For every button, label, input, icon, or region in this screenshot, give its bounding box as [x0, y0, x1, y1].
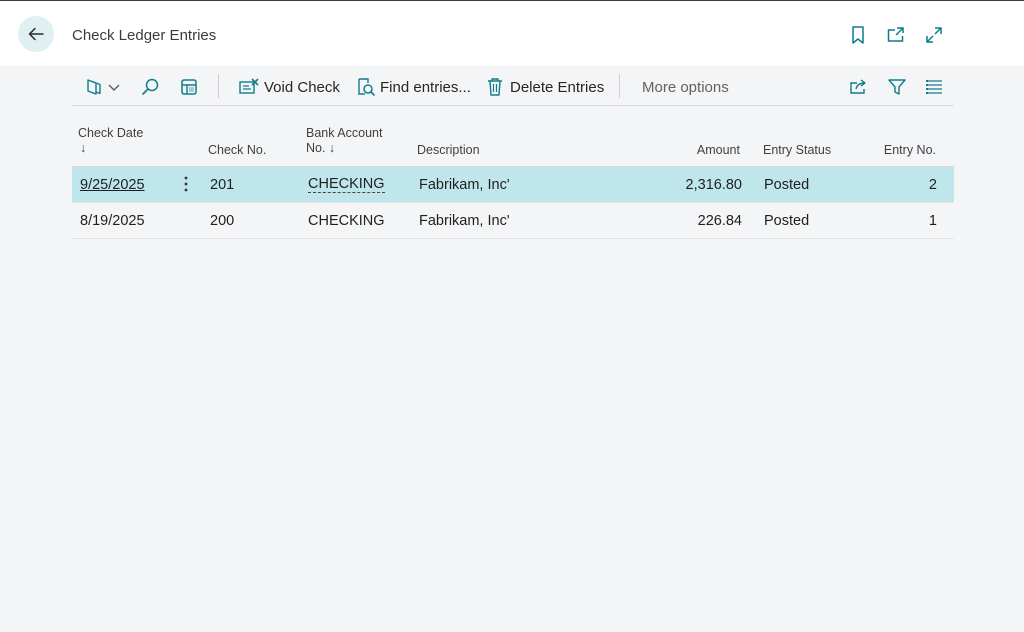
table-header: Check Date ↓ Check No. Bank Account No. …: [72, 118, 954, 167]
expand-button[interactable]: [924, 25, 944, 45]
more-options-label: More options: [642, 78, 729, 96]
dynamics-menu-button[interactable]: [84, 70, 121, 104]
void-check-button[interactable]: Void Check: [238, 70, 340, 104]
layout-icon: [181, 79, 197, 95]
column-header-label: Bank Account: [306, 126, 383, 140]
void-check-label: Void Check: [264, 78, 340, 96]
filter-button[interactable]: [887, 70, 907, 104]
search-button[interactable]: [140, 70, 160, 104]
back-button[interactable]: [18, 16, 54, 52]
toolbar-divider: [619, 74, 620, 98]
table-row[interactable]: 9/25/2025 201 CHECKING Fabrikam, Inc' 2,…: [72, 167, 954, 203]
table-row[interactable]: 8/19/2025 200 CHECKING Fabrikam, Inc' 22…: [72, 203, 954, 239]
layout-button[interactable]: [179, 70, 199, 104]
open-in-new-window-icon: [887, 27, 904, 42]
find-entries-button[interactable]: Find entries...: [356, 70, 471, 104]
action-bar: Void Check Find entries... Delete Entrie…: [72, 70, 954, 106]
dynamics-logo-icon: [87, 79, 101, 95]
amount-cell: 2,316.80: [685, 177, 742, 193]
expand-icon: [926, 27, 942, 43]
more-vertical-icon: [184, 176, 188, 192]
column-header-entry-status[interactable]: Entry Status: [763, 143, 831, 158]
delete-entries-label: Delete Entries: [510, 78, 605, 96]
entry-no-cell: 2: [928, 177, 937, 193]
check-date-cell[interactable]: 9/25/2025: [80, 177, 145, 193]
arrow-left-icon: [28, 27, 44, 41]
bookmark-button[interactable]: [848, 25, 868, 45]
bank-account-cell[interactable]: CHECKING: [308, 177, 385, 193]
check-no-cell: 201: [210, 177, 235, 193]
bookmark-icon: [852, 26, 864, 44]
page-title: Check Ledger Entries: [72, 27, 217, 44]
share-icon: [850, 79, 866, 94]
list-view-icon: [926, 80, 942, 94]
bank-account-cell[interactable]: CHECKING: [308, 213, 385, 229]
column-header-description[interactable]: Description: [417, 143, 480, 158]
toolbar-divider: [218, 74, 219, 98]
column-header-label: No. ↓: [306, 141, 336, 155]
void-check-icon: [239, 78, 259, 94]
open-new-window-button[interactable]: [886, 25, 906, 45]
sort-arrow-icon: ↓: [80, 141, 87, 155]
more-options-button[interactable]: More options: [642, 70, 729, 104]
column-header-label: Check Date: [78, 126, 144, 140]
entry-no-cell: 1: [928, 213, 937, 229]
entry-status-cell: Posted: [764, 213, 810, 229]
description-cell: Fabrikam, Inc': [419, 177, 510, 193]
row-actions-button[interactable]: [180, 175, 192, 195]
filter-icon: [888, 79, 906, 95]
find-entries-icon: [358, 78, 375, 96]
trash-icon: [488, 78, 502, 96]
chevron-down-icon: [108, 84, 120, 91]
find-entries-label: Find entries...: [380, 78, 471, 96]
delete-entries-button[interactable]: Delete Entries: [486, 70, 604, 104]
column-header-amount[interactable]: Amount: [697, 143, 740, 158]
amount-cell: 226.84: [697, 213, 742, 229]
column-header-check-date[interactable]: Check Date ↓: [78, 126, 143, 156]
column-header-bank-account[interactable]: Bank Account No. ↓: [306, 126, 382, 156]
description-cell: Fabrikam, Inc': [419, 213, 510, 229]
search-icon: [142, 78, 159, 95]
share-button[interactable]: [848, 70, 868, 104]
column-header-entry-no[interactable]: Entry No.: [884, 143, 936, 158]
list-view-button[interactable]: [925, 70, 943, 104]
page-header: Check Ledger Entries: [0, 0, 1024, 66]
column-header-check-no[interactable]: Check No.: [208, 143, 266, 158]
entry-status-cell: Posted: [764, 177, 810, 193]
check-date-cell[interactable]: 8/19/2025: [80, 213, 145, 229]
check-no-cell: 200: [210, 213, 235, 229]
entries-table: Check Date ↓ Check No. Bank Account No. …: [72, 118, 954, 239]
